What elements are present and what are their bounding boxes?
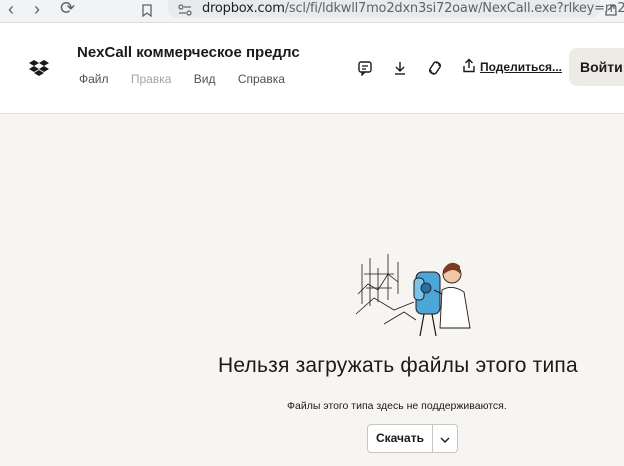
url-text[interactable]: dropbox.com/scl/fi/ldkwll7mo2dxn3si72oaw…: [202, 1, 624, 16]
app-header: NexCall коммерческое предлс Файл Правка …: [0, 23, 624, 114]
share-button[interactable]: Поделиться...: [462, 58, 562, 76]
menu-edit: Правка: [130, 72, 172, 86]
site-settings-icon[interactable]: [178, 3, 192, 21]
login-button[interactable]: Войти: [569, 48, 624, 86]
browser-toolbar: ‹ › ⟳ dropbox.com/scl/fi/ldkwll7mo2dxn3s…: [0, 0, 624, 23]
forward-icon[interactable]: ›: [34, 0, 40, 20]
download-icon[interactable]: [392, 60, 408, 81]
back-icon[interactable]: ‹: [8, 0, 14, 20]
bookmark-icon[interactable]: [142, 2, 152, 22]
share-icon: [462, 58, 476, 76]
reload-icon[interactable]: ⟳: [60, 0, 75, 19]
copy-link-icon[interactable]: [427, 60, 443, 81]
document-title: NexCall коммерческое предлс: [77, 44, 300, 61]
menu-bar: Файл Правка Вид Справка: [79, 72, 304, 86]
comment-icon[interactable]: [357, 60, 373, 81]
error-subtext: Файлы этого типа здесь не поддерживаются…: [287, 400, 507, 412]
dropbox-logo-icon[interactable]: [29, 59, 49, 82]
download-button-group: Скачать: [367, 424, 458, 453]
url-path: /scl/fi/ldkwll7mo2dxn3si72oaw/NexCall.ex…: [284, 1, 624, 16]
address-bar[interactable]: dropbox.com/scl/fi/ldkwll7mo2dxn3si72oaw…: [168, 0, 624, 21]
chevron-down-icon: [440, 430, 450, 448]
menu-view[interactable]: Вид: [194, 72, 216, 86]
download-button[interactable]: Скачать: [368, 425, 433, 452]
unsupported-file-illustration: [354, 244, 480, 340]
menu-help[interactable]: Справка: [238, 72, 285, 86]
url-host: dropbox.com: [202, 1, 285, 16]
error-headline: Нельзя загружать файлы этого типа: [218, 354, 578, 377]
share-label: Поделиться...: [480, 60, 563, 74]
menu-file[interactable]: Файл: [79, 72, 109, 86]
download-options-button[interactable]: [433, 425, 457, 452]
share-page-icon[interactable]: [604, 2, 618, 22]
